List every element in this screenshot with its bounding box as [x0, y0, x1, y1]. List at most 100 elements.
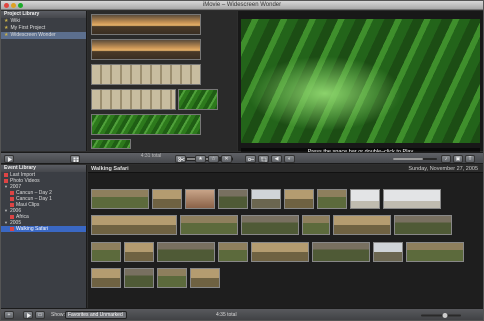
fullscreen-icon: ▭ [37, 312, 43, 318]
event-icon [4, 173, 8, 177]
project-item-label: Widescreen Wonder [10, 32, 56, 38]
project-clip-grass-3[interactable] [91, 139, 131, 149]
window-title: iMovie – Widescreen Wonder [202, 2, 282, 8]
event-clip[interactable] [124, 242, 154, 262]
event-title: Walking Safari [91, 166, 129, 172]
event-clip[interactable] [157, 242, 215, 262]
project-icon: ★ [4, 25, 9, 31]
event-library-header: Event Library [1, 165, 86, 172]
event-clip[interactable] [373, 242, 403, 262]
crop-button[interactable] [258, 155, 269, 163]
event-icon [10, 191, 14, 195]
event-clip[interactable] [317, 189, 347, 209]
crop-icon [261, 157, 267, 162]
event-clip[interactable] [218, 189, 248, 209]
project-clip-sunset-1[interactable] [91, 14, 201, 35]
event-date: Sunday, November 27, 2005 [408, 166, 478, 172]
event-icon [10, 215, 14, 219]
music-icon: ♪ [444, 156, 448, 162]
info-icon: ◐ [287, 156, 292, 162]
x-icon: ✕ [224, 156, 229, 162]
grid-icon [73, 157, 79, 162]
event-header: Walking Safari Sunday, November 27, 2005 [88, 165, 483, 173]
event-clip[interactable] [251, 242, 309, 262]
keyword-button[interactable] [245, 155, 256, 163]
viewer-image[interactable] [241, 19, 480, 143]
disclosure-triangle-icon[interactable]: ▼ [4, 208, 8, 214]
event-clip[interactable] [91, 215, 177, 235]
unmark-button[interactable]: ☆ [208, 155, 219, 163]
speaker-icon: ◀ [274, 156, 279, 162]
project-item-label: Wiki [10, 18, 20, 24]
project-icon: ★ [4, 32, 9, 38]
project-item-my-first-project[interactable]: ★ My First Project [1, 25, 86, 32]
add-event-button[interactable]: + [4, 311, 14, 319]
event-item-walking-safari[interactable]: Walking Safari [1, 226, 86, 232]
play-icon [8, 157, 12, 162]
fullscreen-button[interactable]: ▭ [35, 311, 45, 319]
event-library-pane: Event Library Last Import Photo Videos ▼… [1, 165, 87, 308]
project-clip-sunset-2[interactable] [91, 39, 201, 60]
title-bar: iMovie – Widescreen Wonder [1, 1, 483, 10]
titles-button[interactable]: T [465, 155, 475, 163]
event-clip[interactable] [91, 189, 149, 209]
viewer-pane: Press the space bar or double–click to P… [238, 11, 483, 157]
event-icon [4, 179, 8, 183]
volume-slider[interactable] [393, 155, 437, 163]
project-zoom-button[interactable] [70, 155, 80, 163]
project-icon: ★ [4, 18, 9, 24]
event-clip[interactable] [241, 215, 299, 235]
event-clip[interactable] [406, 242, 464, 262]
disclosure-triangle-icon[interactable]: ▼ [4, 184, 8, 190]
event-icon [10, 203, 14, 207]
disclosure-triangle-icon[interactable]: ▼ [4, 220, 8, 226]
bottom-toolbar: + ▭ Show: Favorites and Unmarked 4:35 to… [1, 308, 483, 320]
play-event-button[interactable] [23, 311, 33, 319]
event-clip[interactable] [185, 189, 215, 209]
project-item-widescreen-wonder[interactable]: ★ Widescreen Wonder [1, 32, 86, 39]
plus-icon: + [7, 312, 11, 318]
event-clip[interactable] [180, 215, 238, 235]
event-clip[interactable] [152, 189, 182, 209]
show-filter-select[interactable]: Favorites and Unmarked [65, 311, 127, 319]
audio-button[interactable]: ◀ [271, 155, 282, 163]
project-item-wiki[interactable]: ★ Wiki [1, 18, 86, 25]
project-clip-sheep-1[interactable] [91, 64, 201, 85]
event-clip[interactable] [124, 268, 154, 288]
project-total-duration: 4:31 total [140, 153, 162, 159]
thumbnail-size-slider[interactable] [421, 312, 461, 319]
music-button[interactable]: ♪ [441, 155, 451, 163]
mark-favorite-button[interactable]: ★ [195, 155, 206, 163]
event-clip[interactable] [312, 242, 370, 262]
event-clip[interactable] [218, 242, 248, 262]
event-clip[interactable] [190, 268, 220, 288]
event-clip[interactable] [394, 215, 452, 235]
event-clip[interactable] [91, 268, 121, 288]
star-outline-icon: ☆ [211, 156, 216, 162]
event-clip[interactable] [333, 215, 391, 235]
event-clip[interactable] [284, 189, 314, 209]
middle-toolbar: ★ ☆ ✕ ◀ ◐ ♪ ▣ T [1, 152, 483, 164]
play-project-button[interactable] [4, 155, 14, 163]
photos-button[interactable]: ▣ [453, 155, 463, 163]
event-clip[interactable] [157, 268, 187, 288]
inspector-button[interactable]: ◐ [284, 155, 295, 163]
event-icon [10, 197, 14, 201]
project-clip-sheep-2[interactable] [91, 89, 176, 110]
event-icon [10, 227, 14, 231]
project-browser [88, 11, 237, 151]
event-item-label: Walking Safari [16, 226, 49, 232]
imovie-window: iMovie – Widescreen Wonder Project Libra… [0, 0, 484, 321]
project-clip-grass-1[interactable] [178, 89, 218, 110]
camera-icon: ▣ [455, 156, 461, 162]
event-clip[interactable] [91, 242, 121, 262]
play-icon [27, 313, 31, 318]
event-clip[interactable] [251, 189, 281, 209]
titles-icon: T [468, 156, 472, 162]
event-clip[interactable] [350, 189, 380, 209]
event-clip[interactable] [383, 189, 441, 209]
reject-button[interactable]: ✕ [221, 155, 232, 163]
event-total-duration: 4:35 total [216, 312, 237, 318]
project-clip-grass-2[interactable] [91, 114, 201, 135]
event-clip[interactable] [302, 215, 330, 235]
